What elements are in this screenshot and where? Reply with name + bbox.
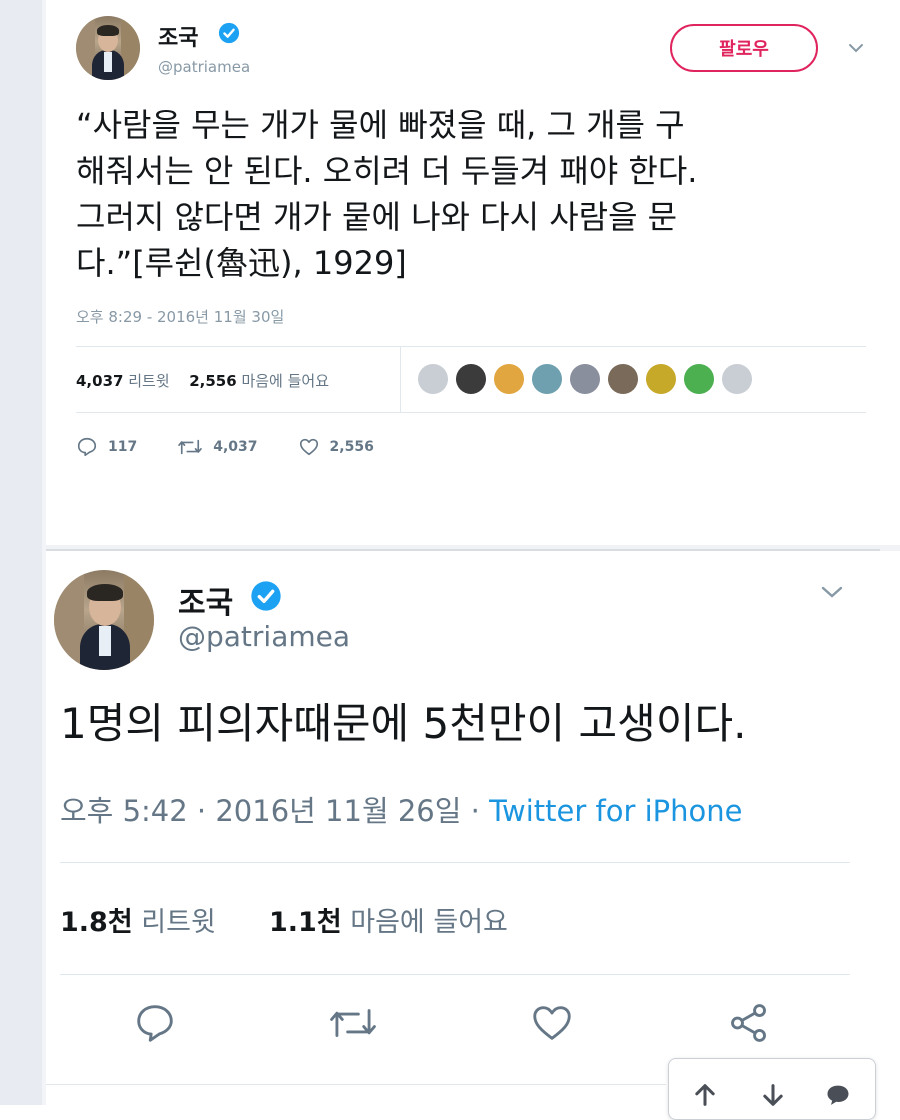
liker-avatar[interactable] bbox=[646, 364, 676, 394]
divider bbox=[76, 412, 866, 413]
retweet-label: 리트윗 bbox=[128, 372, 170, 390]
tweet-time[interactable]: 오후 5:42 bbox=[60, 794, 188, 828]
liker-avatar[interactable] bbox=[684, 364, 714, 394]
reply-count: 117 bbox=[108, 439, 138, 455]
like-count[interactable]: 1.1천 bbox=[269, 907, 342, 938]
reply-icon[interactable] bbox=[132, 1000, 178, 1046]
retweet-label: 리트윗 bbox=[141, 907, 216, 938]
divider bbox=[46, 1084, 666, 1085]
divider bbox=[60, 974, 850, 975]
tweet-separator bbox=[46, 549, 880, 551]
share-icon[interactable] bbox=[726, 1000, 772, 1046]
display-name[interactable]: 조국 bbox=[178, 578, 233, 622]
liker-avatar[interactable] bbox=[532, 364, 562, 394]
liker-avatar[interactable] bbox=[418, 364, 448, 394]
user-handle[interactable]: @patriamea bbox=[158, 58, 250, 76]
engagement-stats: 4,037 리트윗 2,556 마음에 들어요 bbox=[76, 370, 329, 391]
tweet-text: “사람을 무는 개가 물에 빠졌을 때, 그 개를 구 해줘서는 안 된다. 오… bbox=[76, 102, 886, 286]
stats-divider bbox=[400, 346, 401, 412]
tweet-meta: 오후 5:42 · 2016년 11월 26일 · Twitter for iP… bbox=[60, 794, 743, 828]
retweet-icon bbox=[178, 439, 203, 455]
tweet-source-link[interactable]: Twitter for iPhone bbox=[489, 794, 742, 828]
tweet-text-line: 해줘서는 안 된다. 오히려 더 두들겨 패야 한다. bbox=[76, 152, 698, 190]
liker-avatar[interactable] bbox=[456, 364, 486, 394]
liker-avatars bbox=[418, 364, 752, 394]
tweet-timestamp[interactable]: 오후 8:29 - 2016년 11월 30일 bbox=[76, 306, 284, 327]
avatar[interactable] bbox=[54, 570, 154, 670]
like-action-count: 2,556 bbox=[329, 439, 374, 455]
tweet-text-line: 그러지 않다면 개가 뭍에 나와 다시 사람을 문 bbox=[76, 198, 678, 236]
follow-button[interactable]: 팔로우 bbox=[670, 24, 818, 72]
retweet-button[interactable]: 4,037 bbox=[177, 436, 258, 458]
like-label: 마음에 들어요 bbox=[241, 372, 330, 390]
liker-avatar[interactable] bbox=[494, 364, 524, 394]
tweet-actions: 117 4,037 2,556 bbox=[76, 436, 414, 458]
avatar[interactable] bbox=[76, 16, 140, 80]
display-name[interactable]: 조국 bbox=[158, 20, 198, 52]
retweet-count[interactable]: 4,037 bbox=[76, 372, 123, 390]
liker-avatar[interactable] bbox=[608, 364, 638, 394]
engagement-stats: 1.8천 리트윗 1.1천 마음에 들어요 bbox=[60, 900, 508, 939]
verified-badge-icon bbox=[218, 22, 240, 44]
floating-nav-panel bbox=[668, 1058, 876, 1120]
reply-button[interactable]: 117 bbox=[76, 436, 137, 458]
retweet-icon[interactable] bbox=[328, 1000, 378, 1046]
reply-icon bbox=[77, 437, 97, 457]
liker-avatar[interactable] bbox=[570, 364, 600, 394]
left-margin-strip bbox=[0, 0, 42, 1105]
heart-icon[interactable] bbox=[528, 1000, 576, 1046]
tweet-text: 1명의 피의자때문에 5천만이 고생이다. bbox=[60, 699, 747, 748]
divider bbox=[76, 346, 866, 347]
tweet-card-1: 조국 @patriamea 팔로우 “사람을 무는 개가 물에 빠졌을 때, 그… bbox=[46, 0, 900, 545]
heart-icon bbox=[299, 438, 318, 456]
chevron-down-icon[interactable] bbox=[818, 580, 846, 604]
tweet-date[interactable]: 2016년 11월 26일 bbox=[215, 794, 461, 828]
liker-avatar[interactable] bbox=[722, 364, 752, 394]
chevron-down-icon[interactable] bbox=[846, 38, 866, 58]
verified-badge-icon bbox=[251, 581, 281, 611]
user-handle[interactable]: @patriamea bbox=[178, 620, 350, 653]
tweet-text-line: 다.”[루쉰(魯迅), 1929] bbox=[76, 244, 407, 282]
like-label: 마음에 들어요 bbox=[350, 907, 508, 938]
tweet-text-line: “사람을 무는 개가 물에 빠졌을 때, 그 개를 구 bbox=[76, 106, 685, 144]
divider bbox=[60, 862, 850, 863]
like-count[interactable]: 2,556 bbox=[189, 372, 236, 390]
retweet-action-count: 4,037 bbox=[213, 439, 258, 455]
like-button[interactable]: 2,556 bbox=[298, 436, 374, 458]
retweet-count[interactable]: 1.8천 bbox=[60, 907, 133, 938]
